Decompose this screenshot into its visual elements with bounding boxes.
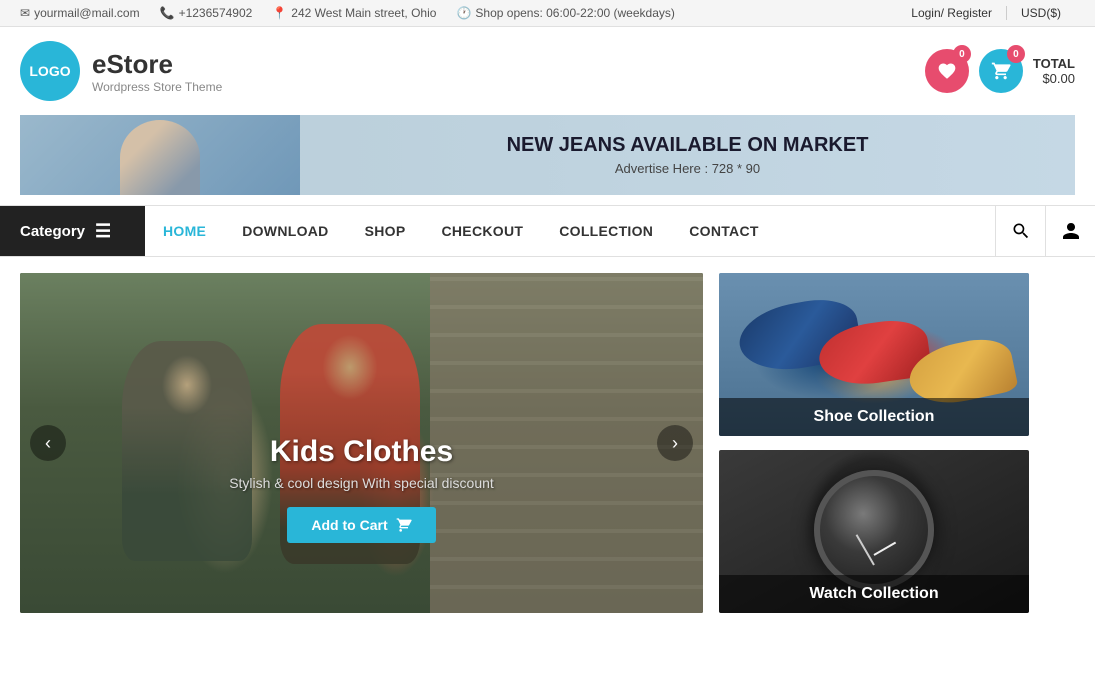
shoe-collection-card[interactable]: Shoe Collection <box>719 273 1029 436</box>
navigation: Category ☰ HOME DOWNLOAD SHOP CHECKOUT C… <box>0 205 1095 257</box>
add-to-cart-button[interactable]: Add to Cart <box>287 507 435 543</box>
phone-icon: 📞 <box>160 6 175 20</box>
logo-name-area: eStore Wordpress Store Theme <box>92 49 222 94</box>
slider-title: Kids Clothes <box>50 435 673 469</box>
watch-collection-label: Watch Collection <box>719 575 1029 613</box>
slider-overlay: Kids Clothes Stylish & cool design With … <box>20 415 703 613</box>
shoe-collection-label: Shoe Collection <box>719 398 1029 436</box>
sidebar-products: Shoe Collection Watch Collection <box>719 273 1029 613</box>
hours-info: 🕐 Shop opens: 06:00-22:00 (weekdays) <box>456 6 674 20</box>
cart-count: 0 <box>1007 45 1025 63</box>
banner-headline: NEW JEANS AVAILABLE ON MARKET <box>330 134 1045 157</box>
main-content: Kids Clothes Stylish & cool design With … <box>0 257 1095 613</box>
wishlist-button[interactable]: 0 <box>925 49 969 93</box>
slider-subtitle: Stylish & cool design With special disco… <box>50 475 673 491</box>
address-text: 242 West Main street, Ohio <box>291 6 436 20</box>
login-register-link[interactable]: Login/ Register <box>897 6 1006 20</box>
nav-right-actions <box>995 206 1095 256</box>
email-text: yourmail@mail.com <box>34 6 140 20</box>
nav-download[interactable]: DOWNLOAD <box>224 206 346 256</box>
site-tagline: Wordpress Store Theme <box>92 80 222 94</box>
banner-subtext: Advertise Here : 728 * 90 <box>330 161 1045 176</box>
nav-contact[interactable]: CONTACT <box>671 206 777 256</box>
promo-banner: NEW JEANS AVAILABLE ON MARKET Advertise … <box>20 115 1075 195</box>
logo-area: LOGO eStore Wordpress Store Theme <box>20 41 222 101</box>
nav-collection[interactable]: COLLECTION <box>541 206 671 256</box>
total-label: TOTAL <box>1033 56 1075 71</box>
site-header: LOGO eStore Wordpress Store Theme 0 0 <box>0 27 1095 115</box>
logo-circle[interactable]: LOGO <box>20 41 80 101</box>
currency-selector[interactable]: USD($) <box>1006 6 1075 20</box>
user-icon <box>1061 221 1081 241</box>
search-button[interactable] <box>995 206 1045 256</box>
hamburger-icon: ☰ <box>95 221 111 242</box>
add-to-cart-label: Add to Cart <box>311 517 387 533</box>
top-bar: ✉ yourmail@mail.com 📞 +1236574902 📍 242 … <box>0 0 1095 27</box>
category-label: Category <box>20 223 85 240</box>
phone-info: 📞 +1236574902 <box>160 6 253 20</box>
cart-btn-icon <box>396 517 412 533</box>
top-bar-info: ✉ yourmail@mail.com 📞 +1236574902 📍 242 … <box>20 6 675 20</box>
category-menu-button[interactable]: Category ☰ <box>0 206 145 256</box>
watch-face <box>814 470 934 590</box>
cart-action-area: 0 TOTAL $0.00 <box>979 49 1075 93</box>
total-value: $0.00 <box>1033 71 1075 86</box>
hero-slider: Kids Clothes Stylish & cool design With … <box>20 273 703 613</box>
user-button[interactable] <box>1045 206 1095 256</box>
site-name: eStore <box>92 49 222 80</box>
hours-text: Shop opens: 06:00-22:00 (weekdays) <box>475 6 674 20</box>
slider-prev-button[interactable]: ‹ <box>30 425 66 461</box>
nav-home[interactable]: HOME <box>145 206 224 256</box>
email-icon: ✉ <box>20 6 30 20</box>
logo-text: LOGO <box>29 63 70 79</box>
email-info: ✉ yourmail@mail.com <box>20 6 140 20</box>
nav-shop[interactable]: SHOP <box>347 206 424 256</box>
address-info: 📍 242 West Main street, Ohio <box>272 6 436 20</box>
cart-button[interactable]: 0 <box>979 49 1023 93</box>
address-icon: 📍 <box>272 6 287 20</box>
wishlist-action: 0 <box>925 49 969 93</box>
cart-total: TOTAL $0.00 <box>1033 56 1075 86</box>
nav-checkout[interactable]: CHECKOUT <box>423 206 541 256</box>
heart-icon <box>937 61 957 81</box>
nav-links: HOME DOWNLOAD SHOP CHECKOUT COLLECTION C… <box>145 206 995 256</box>
search-icon <box>1011 221 1031 241</box>
clock-icon: 🕐 <box>456 6 471 20</box>
wishlist-count: 0 <box>953 45 971 63</box>
phone-text: +1236574902 <box>179 6 253 20</box>
banner-text-area: NEW JEANS AVAILABLE ON MARKET Advertise … <box>300 124 1075 186</box>
cart-icon <box>991 61 1011 81</box>
banner-image <box>20 115 300 195</box>
header-actions: 0 0 TOTAL $0.00 <box>925 49 1075 93</box>
top-bar-actions: Login/ Register USD($) <box>897 6 1075 20</box>
slider-next-button[interactable]: › <box>657 425 693 461</box>
watch-collection-card[interactable]: Watch Collection <box>719 450 1029 613</box>
